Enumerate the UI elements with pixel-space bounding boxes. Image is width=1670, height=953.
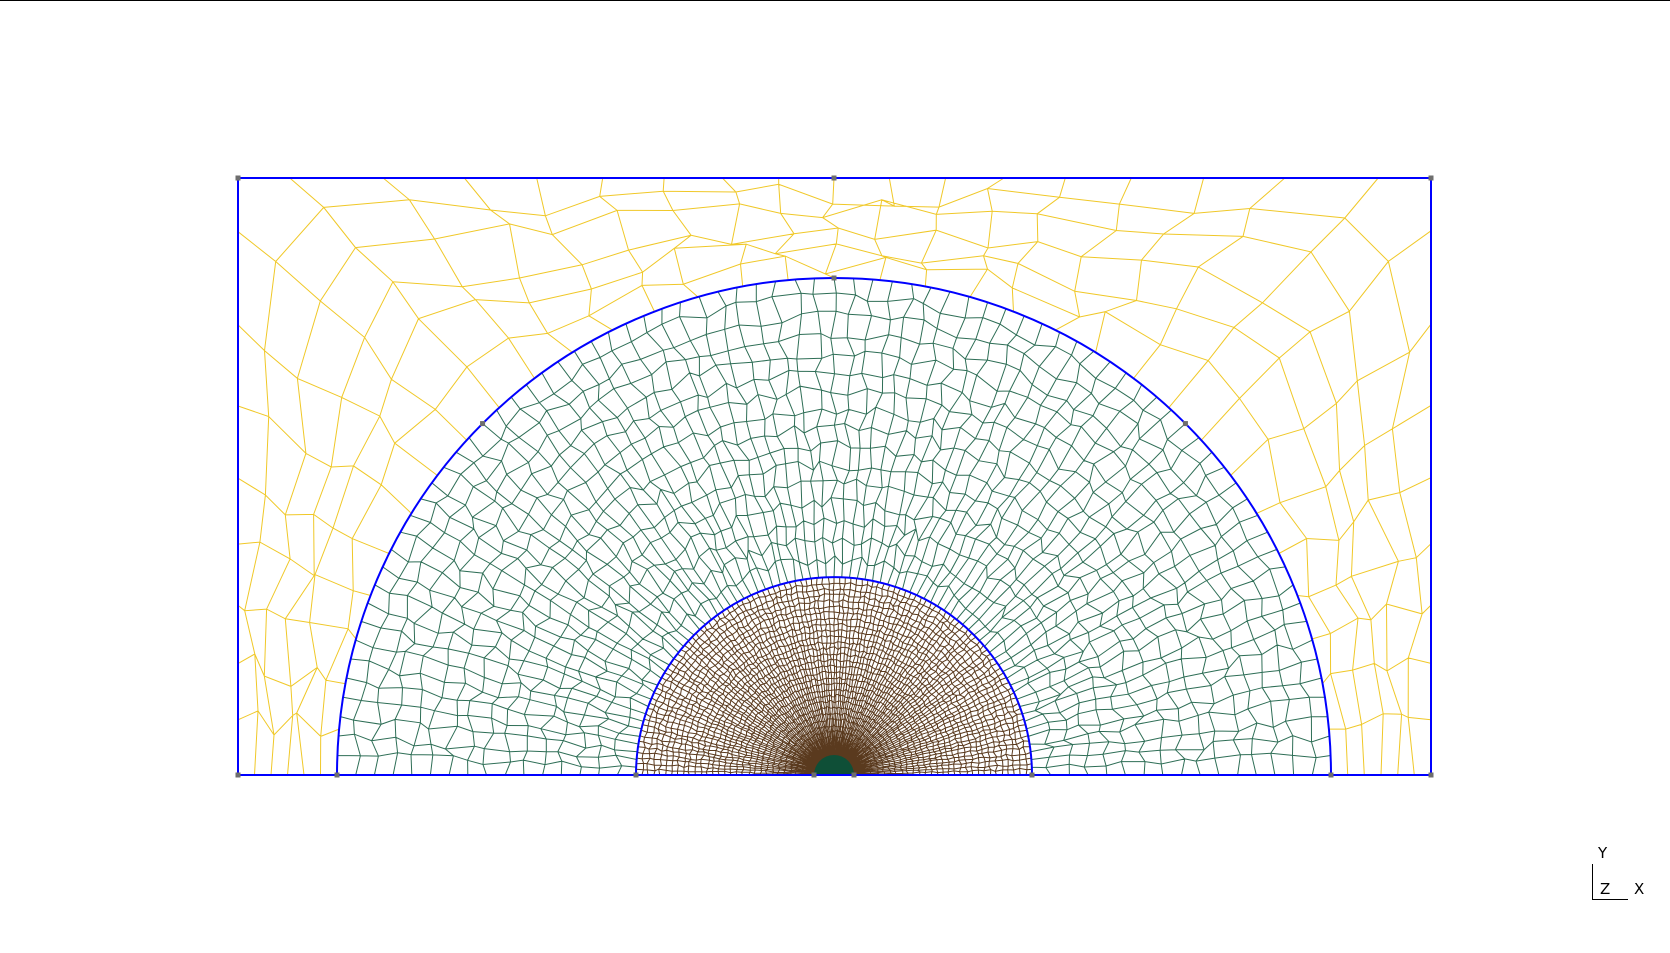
geometry-vertex	[1428, 772, 1434, 778]
geometry-vertex	[1182, 421, 1188, 427]
inner-region-mesh	[635, 576, 1033, 776]
axis-y-label: Y	[1598, 844, 1608, 862]
mesh-canvas[interactable]	[0, 0, 1670, 953]
geometry-vertex	[480, 421, 486, 427]
geometry-vertex	[831, 175, 837, 181]
geometry-vertex	[1029, 772, 1035, 778]
axis-triad: Y Z X	[1586, 846, 1656, 910]
geometry-vertex	[811, 772, 817, 778]
geometry-vertex	[235, 772, 241, 778]
geometry-vertex	[235, 175, 241, 181]
geometry-vertex	[1328, 772, 1334, 778]
axis-x-line	[1592, 899, 1628, 900]
axis-y-line	[1592, 864, 1593, 900]
geometry-vertex	[851, 772, 857, 778]
geometry-vertex	[633, 772, 639, 778]
axis-x-label: X	[1634, 880, 1645, 898]
geometry-vertex	[1428, 175, 1434, 181]
geometry-vertex	[334, 772, 340, 778]
viewport[interactable]: Y Z X	[0, 0, 1670, 953]
axis-z-label: Z	[1600, 880, 1611, 898]
geometry-vertex	[831, 275, 837, 281]
